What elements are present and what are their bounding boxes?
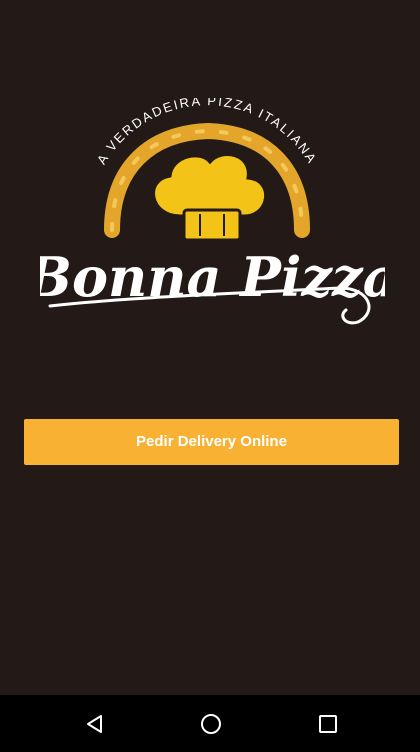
home-icon bbox=[201, 713, 221, 734]
order-delivery-button[interactable]: Pedir Delivery Online bbox=[24, 419, 399, 465]
back-icon bbox=[87, 714, 102, 733]
system-navigation-bar bbox=[0, 695, 420, 752]
nav-recents-button[interactable] bbox=[288, 695, 368, 752]
nav-back-button[interactable] bbox=[55, 695, 135, 752]
brand-name: Bonna Pizza bbox=[40, 245, 385, 309]
recents-icon bbox=[319, 714, 337, 733]
chef-hat-icon bbox=[152, 153, 267, 242]
splash-screen: A VERDADEIRA PIZZA ITALIANA Bonna Pizza … bbox=[0, 0, 420, 695]
nav-home-button[interactable] bbox=[171, 695, 251, 752]
bonna-pizza-logo: A VERDADEIRA PIZZA ITALIANA Bonna Pizza bbox=[40, 98, 385, 325]
